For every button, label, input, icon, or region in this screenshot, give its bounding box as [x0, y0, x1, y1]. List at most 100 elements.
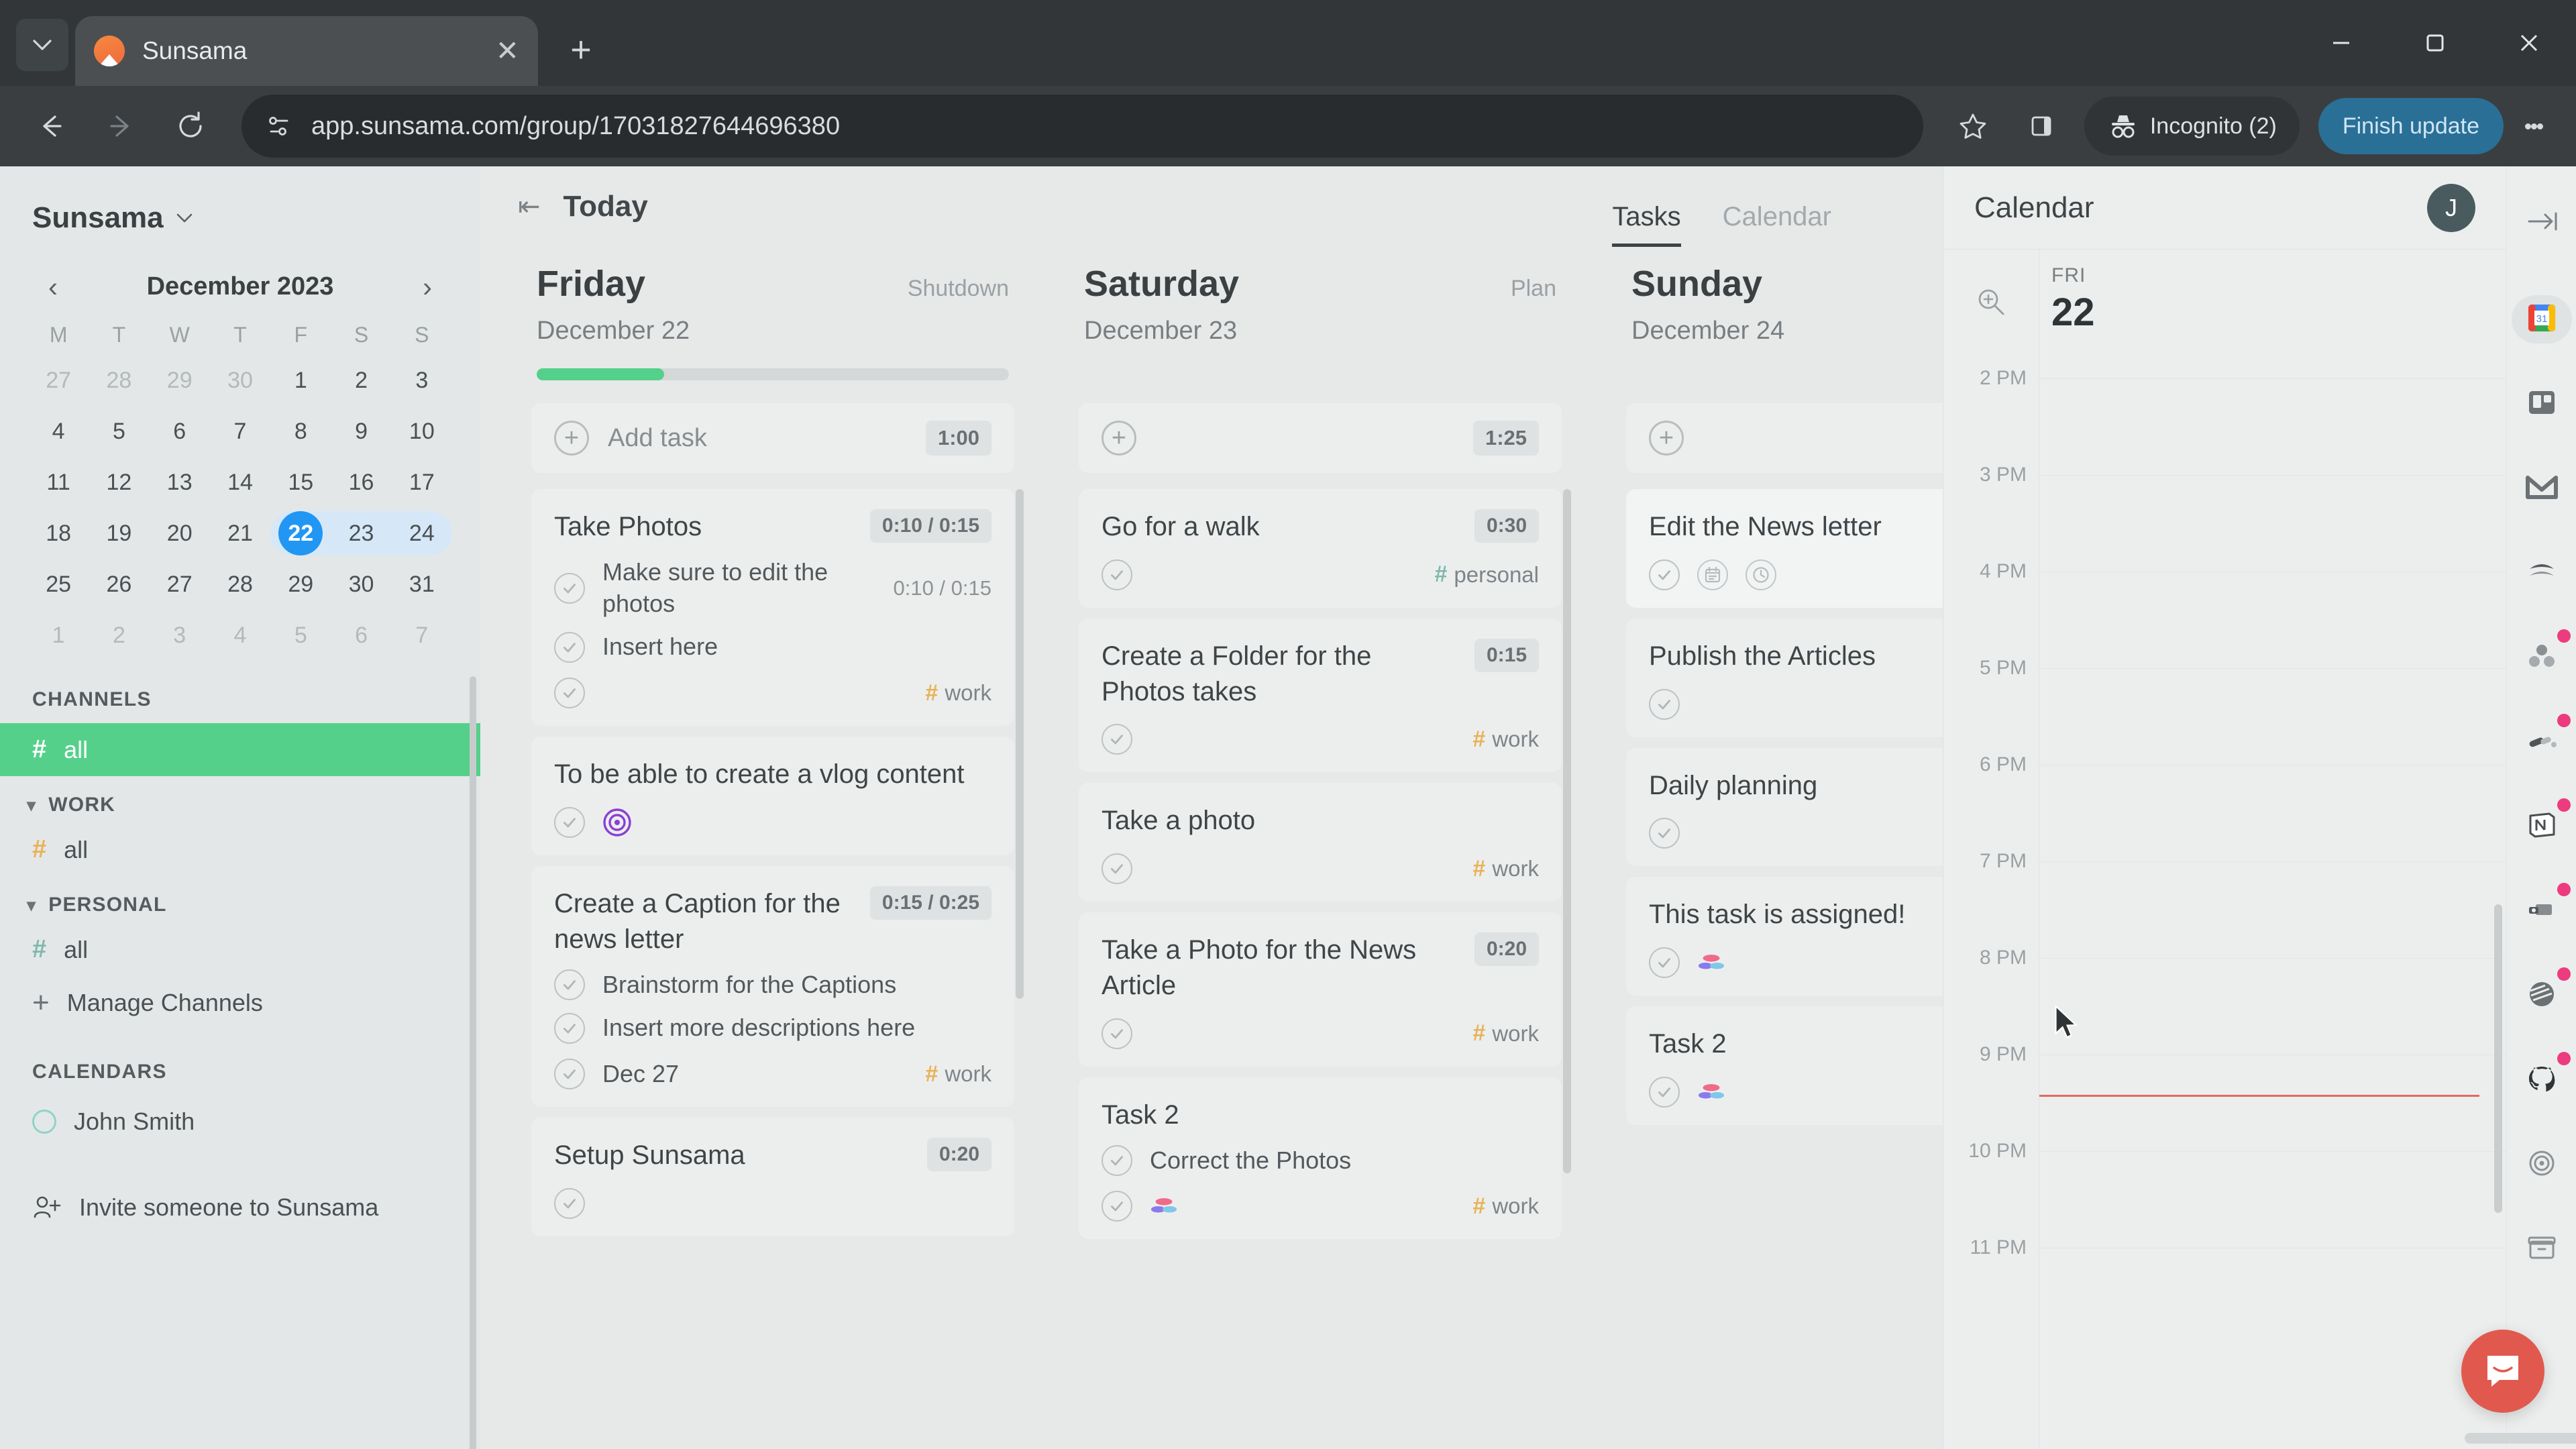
- mini-calendar-day[interactable]: 2: [331, 358, 391, 402]
- avatar[interactable]: J: [2427, 183, 2475, 232]
- rail-item-gmail[interactable]: [2512, 464, 2572, 513]
- add-task-button[interactable]: +: [1626, 403, 1943, 473]
- task-checkbox[interactable]: [1102, 1018, 1132, 1049]
- mini-calendar-day[interactable]: 6: [331, 613, 391, 657]
- mini-calendar-day[interactable]: 27: [28, 358, 89, 402]
- rail-item-github[interactable]: [2512, 1052, 2572, 1104]
- task-tag[interactable]: # work: [925, 680, 991, 706]
- mini-calendar-day[interactable]: 20: [150, 511, 210, 555]
- calendar-event-canvas[interactable]: [2039, 354, 2506, 1449]
- mini-calendar-day[interactable]: 5: [270, 613, 331, 657]
- sidebar-channel-all[interactable]: # all: [0, 723, 480, 776]
- mini-calendar-day[interactable]: 14: [210, 460, 270, 504]
- mini-calendar-day[interactable]: 9: [331, 409, 391, 453]
- day-column-scrollbar[interactable]: [1016, 489, 1024, 999]
- tab-calendar[interactable]: Calendar: [1723, 203, 1831, 247]
- mini-calendar-day[interactable]: 25: [28, 562, 89, 606]
- mini-calendar-day[interactable]: 15: [270, 460, 331, 504]
- mini-calendar-day[interactable]: 17: [392, 460, 452, 504]
- browser-tab-sunsama[interactable]: Sunsama ✕: [75, 16, 538, 86]
- task-checkbox[interactable]: [554, 969, 585, 1000]
- task-card[interactable]: Edit the News letter: [1626, 489, 1943, 608]
- intercom-chat-button[interactable]: [2461, 1330, 2544, 1413]
- mini-calendar-day[interactable]: 23: [331, 511, 392, 555]
- task-tag[interactable]: # work: [1472, 856, 1539, 882]
- task-due-date[interactable]: Dec 27: [602, 1060, 679, 1088]
- task-checkbox[interactable]: [1102, 1144, 1132, 1176]
- sidebar-channel-personal-all[interactable]: # all: [0, 923, 480, 976]
- mini-calendar-day[interactable]: 21: [210, 511, 270, 555]
- rail-item-linear[interactable]: [2512, 714, 2572, 766]
- task-checkbox[interactable]: [1649, 1076, 1680, 1108]
- mini-calendar-day[interactable]: 11: [28, 460, 89, 504]
- mini-calendar-day[interactable]: 30: [210, 358, 270, 402]
- task-card[interactable]: Take Photos 0:10 / 0:15 Make sure to edit …: [531, 489, 1014, 727]
- add-task-button[interactable]: + Add task 1:00: [531, 403, 1014, 473]
- task-checkbox[interactable]: [554, 806, 585, 838]
- mini-calendar-day[interactable]: 29: [270, 562, 331, 606]
- mini-calendar-day[interactable]: 16: [331, 460, 391, 504]
- invite-button[interactable]: Invite someone to Sunsama: [0, 1176, 480, 1239]
- mini-calendar-day[interactable]: 28: [89, 358, 149, 402]
- task-card[interactable]: Setup Sunsama 0:20: [531, 1118, 1014, 1236]
- task-card[interactable]: Task 2 Correct the Photos # work: [1079, 1077, 1562, 1240]
- mini-calendar-day[interactable]: 18: [28, 511, 89, 555]
- finish-update-button[interactable]: Finish update: [2318, 98, 2504, 154]
- chevron-left-icon[interactable]: ‹: [39, 272, 67, 301]
- sidebar-group-work[interactable]: ▾ WORK: [0, 776, 480, 823]
- task-card[interactable]: This task is assigned!: [1626, 877, 1943, 996]
- rail-item-trello[interactable]: [2512, 380, 2572, 428]
- incognito-indicator[interactable]: Incognito (2): [2084, 97, 2300, 156]
- sidebar-channel-work-all[interactable]: # all: [0, 823, 480, 876]
- rail-item-asana[interactable]: [2512, 629, 2572, 682]
- subtask-row[interactable]: Insert more descriptions here: [554, 1012, 991, 1044]
- day-state-label[interactable]: Shutdown: [908, 276, 1009, 302]
- mini-calendar-day[interactable]: 4: [28, 409, 89, 453]
- address-bar[interactable]: app.sunsama.com/group/17031827644696380: [241, 95, 1923, 158]
- mini-calendar-day[interactable]: 29: [150, 358, 210, 402]
- task-card[interactable]: Task 2: [1626, 1006, 1943, 1125]
- mini-calendar-day[interactable]: 24: [391, 511, 452, 555]
- back-button[interactable]: [19, 94, 83, 158]
- reload-button[interactable]: [158, 94, 223, 158]
- task-tag[interactable]: # work: [1472, 727, 1539, 753]
- mini-calendar-day[interactable]: 22: [270, 511, 331, 555]
- task-card[interactable]: Daily planning: [1626, 747, 1943, 867]
- mini-calendar-day[interactable]: 28: [210, 562, 270, 606]
- rail-item-archive[interactable]: [2512, 1225, 2572, 1273]
- calendar-scrollbar[interactable]: [2494, 904, 2502, 1213]
- calendar-current-day[interactable]: FRI 22: [2039, 250, 2506, 354]
- task-checkbox[interactable]: [554, 1059, 585, 1090]
- task-checkbox[interactable]: [554, 631, 585, 663]
- tab-search-button[interactable]: [16, 19, 68, 71]
- mini-calendar-day[interactable]: 3: [392, 358, 452, 402]
- asana-icon[interactable]: [1697, 949, 1725, 977]
- task-tag[interactable]: # work: [925, 1061, 991, 1087]
- calendar-icon[interactable]: [1697, 559, 1728, 590]
- subtask-row[interactable]: Insert here: [554, 631, 991, 663]
- tab-tasks[interactable]: Tasks: [1612, 203, 1681, 247]
- task-card[interactable]: Create a Caption for the news letter 0:15…: [531, 865, 1014, 1108]
- mini-calendar-day[interactable]: 19: [89, 511, 149, 555]
- rail-item-todoist[interactable]: [2512, 967, 2572, 1020]
- task-card[interactable]: Publish the Articles: [1626, 618, 1943, 737]
- mini-calendar-day[interactable]: 13: [150, 460, 210, 504]
- asana-icon[interactable]: [1697, 1078, 1725, 1106]
- task-tag[interactable]: # personal: [1434, 561, 1539, 588]
- subtask-row[interactable]: Correct the Photos: [1102, 1144, 1539, 1177]
- task-checkbox[interactable]: [1102, 724, 1132, 755]
- mini-calendar-day[interactable]: 10: [392, 409, 452, 453]
- mini-calendar-day[interactable]: 1: [28, 613, 89, 657]
- rail-item-notion[interactable]: [2512, 798, 2572, 851]
- task-checkbox[interactable]: [554, 1187, 585, 1219]
- task-card[interactable]: To be able to create a vlog content: [531, 737, 1014, 855]
- subtask-row[interactable]: Make sure to edit the photos 0:10 / 0:15: [554, 557, 991, 620]
- day-state-label[interactable]: Plan: [1511, 276, 1556, 302]
- mini-calendar-day[interactable]: 26: [89, 562, 149, 606]
- clock-icon[interactable]: [1746, 559, 1776, 590]
- collapse-left-icon[interactable]: ⇤: [518, 191, 541, 222]
- mini-calendar-day[interactable]: 8: [270, 409, 331, 453]
- chevron-right-icon[interactable]: ›: [413, 272, 441, 301]
- mini-calendar-day[interactable]: 7: [210, 409, 270, 453]
- task-checkbox[interactable]: [1649, 818, 1680, 849]
